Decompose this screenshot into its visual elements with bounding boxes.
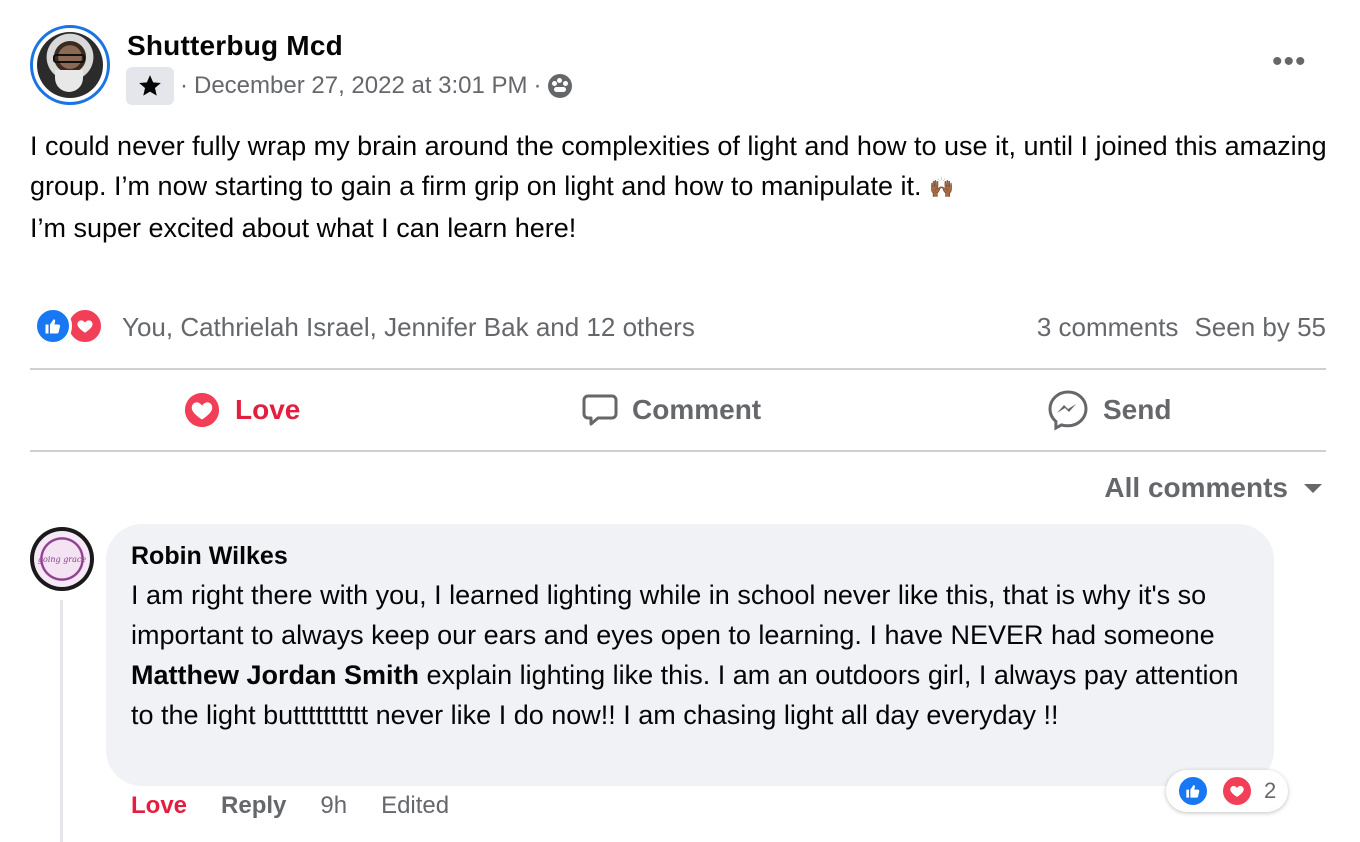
love-icon bbox=[184, 392, 220, 428]
love-label: Love bbox=[235, 394, 301, 425]
send-button[interactable]: Send bbox=[1047, 388, 1171, 432]
comment-sort-dropdown[interactable]: All comments bbox=[1104, 472, 1322, 504]
post-text-second: I’m super excited about what I can learn… bbox=[30, 212, 577, 243]
comment-reactions[interactable]: 2 bbox=[1166, 770, 1289, 812]
comment-time[interactable]: 9h bbox=[320, 792, 347, 820]
seen-by[interactable]: Seen by 55 bbox=[1194, 312, 1326, 343]
mention-link[interactable]: Matthew Jordan Smith bbox=[131, 660, 419, 690]
meta-separator: · bbox=[180, 72, 188, 99]
avatar-image bbox=[37, 32, 103, 98]
post-meta: · December 27, 2022 at 3:01 PM · bbox=[126, 67, 572, 105]
post-stats: 3 comments Seen by 55 bbox=[1037, 312, 1326, 343]
meta-separator-2: · bbox=[533, 72, 542, 99]
avatar-beard bbox=[55, 70, 83, 92]
reaction-icons[interactable] bbox=[34, 307, 104, 345]
send-label: Send bbox=[1103, 394, 1172, 425]
commenter-avatar[interactable]: going grace bbox=[30, 527, 94, 591]
comment-button[interactable]: Comment bbox=[582, 388, 761, 432]
divider-top bbox=[30, 368, 1326, 370]
comment-text: I am right there with you, I learned lig… bbox=[131, 575, 1250, 735]
love-button[interactable]: Love bbox=[183, 388, 300, 432]
comment-edited[interactable]: Edited bbox=[381, 792, 449, 820]
reactors-list[interactable]: You, Cathrielah Israel, Jennifer Bak and… bbox=[122, 312, 695, 343]
like-reaction-icon bbox=[34, 307, 72, 345]
comment-actions: Love Reply 9h Edited bbox=[131, 792, 449, 820]
post-text-main: I could never fully wrap my brain around… bbox=[30, 131, 1327, 201]
author-avatar[interactable] bbox=[30, 25, 110, 105]
sort-label: All comments bbox=[1104, 472, 1288, 503]
commenter-name[interactable]: Robin Wilkes bbox=[131, 542, 1250, 571]
like-reaction-icon bbox=[1176, 774, 1210, 808]
comment-label: Comment bbox=[632, 394, 762, 425]
caret-down-icon bbox=[1304, 483, 1322, 493]
divider-bottom bbox=[30, 450, 1326, 452]
comment-love-button[interactable]: Love bbox=[131, 792, 187, 820]
comment-icon bbox=[582, 394, 618, 426]
avatar-glasses bbox=[53, 54, 85, 63]
group-icon bbox=[547, 74, 572, 98]
star-icon[interactable] bbox=[126, 67, 174, 105]
commenter-avatar-logo: going grace bbox=[34, 531, 90, 587]
comment-reply-button[interactable]: Reply bbox=[221, 792, 286, 820]
post-card: Shutterbug Mcd · December 27, 2022 at 3:… bbox=[0, 0, 1360, 842]
post-timestamp[interactable]: December 27, 2022 at 3:01 PM bbox=[194, 72, 528, 100]
comment-text-before: I am right there with you, I learned lig… bbox=[131, 580, 1215, 650]
comment-reaction-count: 2 bbox=[1264, 778, 1277, 803]
thread-line bbox=[60, 600, 63, 842]
comments-count[interactable]: 3 comments bbox=[1037, 312, 1179, 343]
author-name[interactable]: Shutterbug Mcd bbox=[127, 30, 343, 62]
messenger-icon bbox=[1048, 390, 1088, 431]
more-options-icon[interactable]: ••• bbox=[1272, 47, 1307, 77]
post-text: I could never fully wrap my brain around… bbox=[30, 126, 1330, 248]
comment-bubble: Robin Wilkes I am right there with you, … bbox=[106, 524, 1274, 786]
love-reaction-icon bbox=[1220, 774, 1254, 808]
raised-hands-emoji: 🙌🏾 bbox=[929, 176, 954, 199]
